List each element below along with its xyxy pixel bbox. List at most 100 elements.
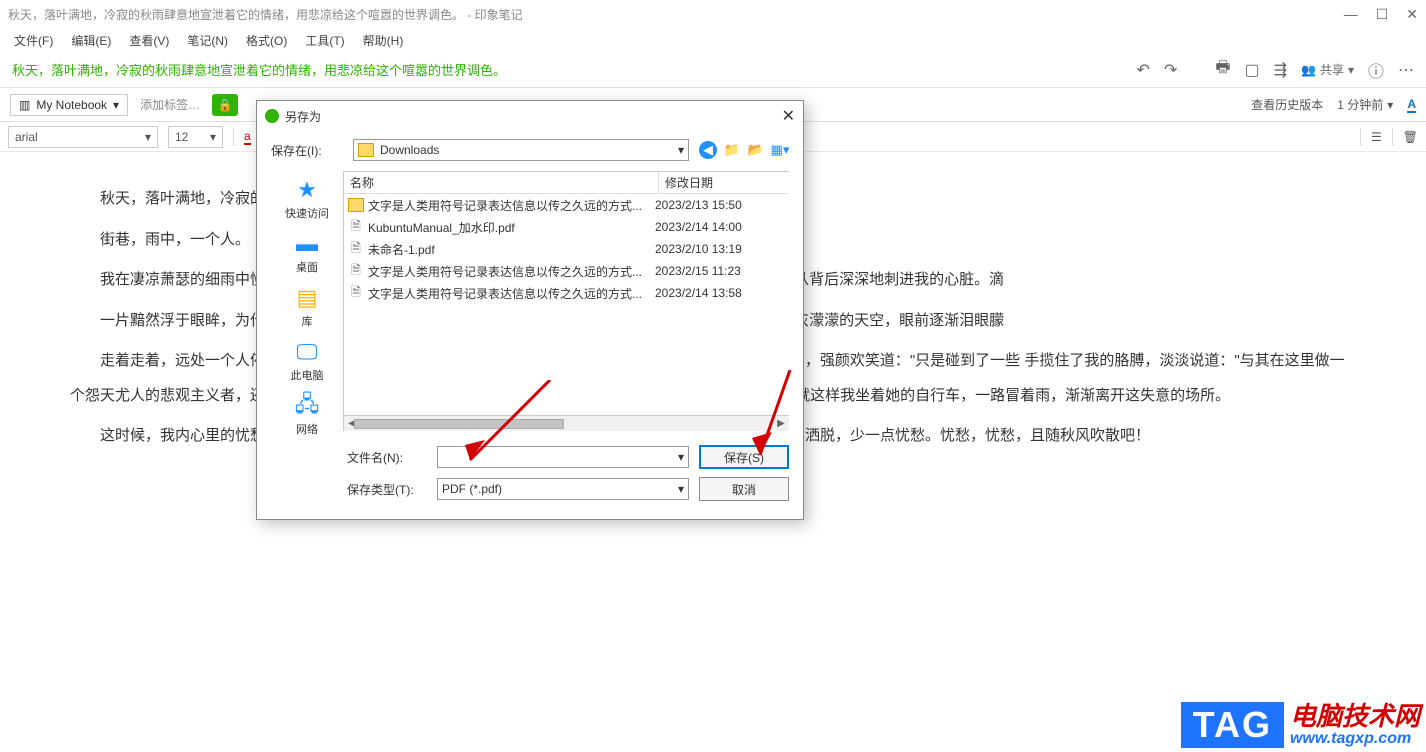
watermark-line1: 电脑技术网: [1290, 702, 1420, 731]
menu-file[interactable]: 文件(F): [8, 30, 59, 51]
app-icon: [265, 109, 279, 123]
file-date: 2023/2/13 15:50: [655, 198, 785, 212]
chevron-down-icon: ▾: [678, 482, 684, 496]
sidebar-desktop[interactable]: ▬桌面: [291, 231, 323, 275]
chevron-down-icon: ▾: [678, 450, 684, 464]
align-icon[interactable]: ☰: [1371, 130, 1382, 144]
window-title: 秋天，落叶满地，冷寂的秋雨肆意地宣泄着它的情绪，用悲凉给这个喧嚣的世界调色。 -…: [8, 6, 523, 23]
nav-back-icon[interactable]: ◀: [699, 141, 717, 159]
menu-help[interactable]: 帮助(H): [357, 30, 410, 51]
font-family-select[interactable]: arial▾: [8, 126, 158, 148]
chevron-down-icon: ▾: [210, 130, 216, 144]
menu-tools[interactable]: 工具(T): [299, 30, 350, 51]
file-date: 2023/2/14 14:00: [655, 220, 785, 234]
save-as-dialog: 另存为 ✕ 保存在(I): Downloads ▾ ◀ 📁 📂 ▦▾ ★快速访问…: [256, 100, 804, 520]
nav-up-icon[interactable]: 📁: [723, 141, 741, 159]
file-list-header[interactable]: 名称 修改日期: [344, 172, 789, 194]
maximize-icon[interactable]: ☐: [1376, 6, 1389, 23]
file-date: 2023/2/14 13:58: [655, 286, 785, 300]
chevron-down-icon: ▾: [113, 98, 119, 112]
file-row[interactable]: 🗎KubuntuManual_加水印.pdf2023/2/14 14:00: [344, 216, 789, 238]
dialog-sidebar: ★快速访问 ▬桌面 ▤库 🖵此电脑 🖧网络: [271, 171, 343, 431]
last-edit-time[interactable]: 1 分钟前 ▾: [1337, 96, 1393, 113]
chevron-down-icon: ▾: [1348, 63, 1354, 77]
file-list-area: 名称 修改日期 文字是人类用符号记录表达信息以传之久远的方式...2023/2/…: [343, 171, 789, 431]
text-style-icon[interactable]: A: [1407, 97, 1416, 113]
folder-icon: [358, 143, 374, 157]
col-name[interactable]: 名称: [344, 172, 659, 193]
file-name: KubuntuManual_加水印.pdf: [368, 219, 655, 236]
sidebar-libraries[interactable]: ▤库: [291, 285, 323, 329]
filename-label: 文件名(N):: [347, 449, 427, 466]
pdf-icon: 🗎: [348, 219, 364, 235]
close-icon[interactable]: ✕: [1406, 6, 1418, 23]
watermark-tag: TAG: [1181, 702, 1284, 748]
print-icon[interactable]: 🖶: [1215, 56, 1230, 83]
share-button[interactable]: 👥 共享 ▾: [1301, 61, 1354, 78]
title-toolbar: 秋天，落叶满地，冷寂的秋雨肆意地宣泄着它的情绪，用悲凉给这个喧嚣的世界调色。 ↶…: [0, 52, 1426, 88]
window-titlebar: 秋天，落叶满地，冷寂的秋雨肆意地宣泄着它的情绪，用悲凉给这个喧嚣的世界调色。 -…: [0, 0, 1426, 28]
desktop-icon: ▬: [291, 231, 323, 257]
delete-icon[interactable]: 🗑: [1403, 130, 1418, 144]
menu-format[interactable]: 格式(O): [240, 30, 293, 51]
nav-new-icon[interactable]: 📂: [747, 141, 765, 159]
file-name: 文字是人类用符号记录表达信息以传之久远的方式...: [368, 263, 655, 280]
pc-icon: 🖵: [291, 339, 323, 365]
notebook-selector[interactable]: ▥ My Notebook ▾: [10, 94, 128, 116]
menu-note[interactable]: 笔记(N): [181, 30, 234, 51]
minimize-icon[interactable]: —: [1344, 6, 1358, 23]
people-icon: 👥: [1301, 63, 1316, 77]
sidebar-thispc[interactable]: 🖵此电脑: [291, 339, 324, 383]
file-row[interactable]: 文字是人类用符号记录表达信息以传之久远的方式...2023/2/13 15:50: [344, 194, 789, 216]
network-icon: 🖧: [291, 393, 323, 419]
folder-icon: [348, 197, 364, 213]
sidebar-network[interactable]: 🖧网络: [291, 393, 323, 437]
file-name: 文字是人类用符号记录表达信息以传之久远的方式...: [368, 197, 655, 214]
filetype-label: 保存类型(T):: [347, 481, 427, 498]
file-row[interactable]: 🗎文字是人类用符号记录表达信息以传之久远的方式...2023/2/15 11:2…: [344, 260, 789, 282]
scroll-thumb[interactable]: [354, 419, 564, 429]
pdf-icon: 🗎: [348, 263, 364, 279]
file-name: 文字是人类用符号记录表达信息以传之久远的方式...: [368, 285, 655, 302]
font-size-select[interactable]: 12▾: [168, 126, 223, 148]
hscrollbar[interactable]: ◀ ▶: [344, 415, 789, 431]
dialog-title: 另存为: [285, 108, 321, 125]
info-icon[interactable]: ⓘ: [1368, 58, 1384, 82]
sidebar-quickaccess[interactable]: ★快速访问: [285, 177, 329, 221]
undo-icon[interactable]: ↶: [1137, 60, 1150, 80]
savein-select[interactable]: Downloads ▾: [353, 139, 689, 161]
pdf-icon: 🗎: [348, 241, 364, 257]
present-icon[interactable]: ▢: [1244, 60, 1259, 80]
add-tag-button[interactable]: 添加标签…: [140, 96, 200, 113]
dialog-close-icon[interactable]: ✕: [782, 106, 795, 126]
watermark-line2: www.tagxp.com: [1290, 730, 1420, 748]
file-list[interactable]: 文字是人类用符号记录表达信息以传之久远的方式...2023/2/13 15:50…: [344, 194, 789, 415]
lock-icon: 🔒: [218, 98, 233, 112]
filetype-select[interactable]: PDF (*.pdf)▾: [437, 478, 689, 500]
menubar: 文件(F) 编辑(E) 查看(V) 笔记(N) 格式(O) 工具(T) 帮助(H…: [0, 28, 1426, 52]
note-title[interactable]: 秋天，落叶满地，冷寂的秋雨肆意地宣泄着它的情绪，用悲凉给这个喧嚣的世界调色。: [12, 60, 506, 79]
redo-icon[interactable]: ↷: [1164, 60, 1177, 80]
chevron-down-icon: ▾: [145, 130, 151, 144]
chevron-down-icon: ▾: [1387, 98, 1393, 112]
notebook-icon: ▥: [19, 98, 30, 112]
file-row[interactable]: 🗎文字是人类用符号记录表达信息以传之久远的方式...2023/2/14 13:5…: [344, 282, 789, 304]
file-date: 2023/2/15 11:23: [655, 264, 785, 278]
col-date[interactable]: 修改日期: [659, 172, 789, 193]
file-name: 未命名-1.pdf: [368, 241, 655, 258]
filename-input[interactable]: ▾: [437, 446, 689, 468]
star-icon: ★: [291, 177, 323, 203]
menu-edit[interactable]: 编辑(E): [65, 30, 117, 51]
reminder-button[interactable]: 🔒: [212, 94, 238, 116]
save-button[interactable]: 保存(S): [699, 445, 789, 469]
cancel-button[interactable]: 取消: [699, 477, 789, 501]
share-icon[interactable]: ⇶: [1274, 60, 1287, 80]
text-color-icon[interactable]: a: [244, 129, 251, 145]
menu-view[interactable]: 查看(V): [123, 30, 175, 51]
view-mode-icon[interactable]: ▦▾: [771, 141, 789, 159]
pdf-icon: 🗎: [348, 285, 364, 301]
file-row[interactable]: 🗎未命名-1.pdf2023/2/10 13:19: [344, 238, 789, 260]
more-icon[interactable]: ⋯: [1398, 60, 1414, 80]
history-link[interactable]: 查看历史版本: [1251, 96, 1323, 113]
watermark: TAG 电脑技术网 www.tagxp.com: [1181, 702, 1420, 748]
